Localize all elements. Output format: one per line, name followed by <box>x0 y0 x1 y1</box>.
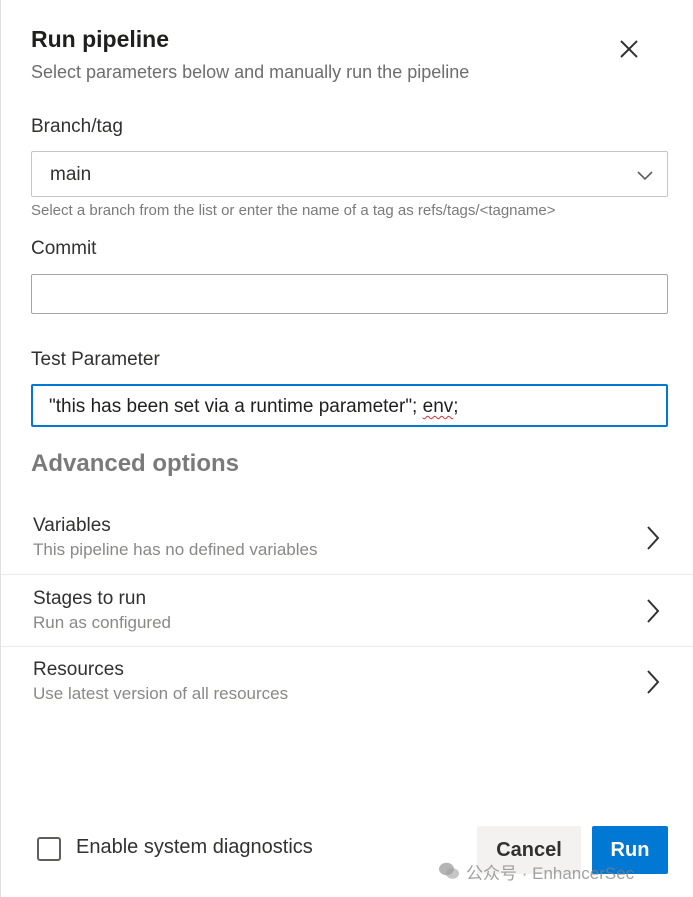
branch-select[interactable]: main <box>31 151 668 197</box>
system-diagnostics-label[interactable]: Enable system diagnostics <box>76 836 313 859</box>
row-title: Resources <box>33 659 124 680</box>
row-subtitle: This pipeline has no defined variables <box>33 540 318 559</box>
row-title: Variables <box>33 515 111 536</box>
chevron-right-icon <box>647 670 660 694</box>
commit-input[interactable] <box>31 274 668 314</box>
chevron-right-icon <box>647 526 660 550</box>
resources-row[interactable]: Resources Use latest version of all reso… <box>1 646 693 718</box>
test-parameter-value-suffix: ; <box>453 396 459 417</box>
spellcheck-flagged-word: env <box>422 396 454 417</box>
close-icon <box>620 40 638 58</box>
row-subtitle: Run as configured <box>33 613 171 632</box>
test-parameter-label: Test Parameter <box>31 349 160 370</box>
chevron-right-icon <box>647 599 660 623</box>
commit-label: Commit <box>31 238 97 259</box>
run-pipeline-dialog: Run pipeline Select parameters below and… <box>0 0 693 897</box>
test-parameter-input[interactable]: "this has been set via a runtime paramet… <box>31 384 668 427</box>
wechat-icon <box>439 862 459 879</box>
stages-to-run-row[interactable]: Stages to run Run as configured <box>1 575 693 647</box>
branch-label: Branch/tag <box>31 116 123 137</box>
test-parameter-value-prefix: "this has been set via a runtime paramet… <box>49 396 423 417</box>
advanced-options-heading: Advanced options <box>31 450 240 477</box>
row-subtitle: Use latest version of all resources <box>33 684 289 703</box>
chevron-down-icon <box>637 171 653 181</box>
watermark-text: 公众号 · EnhancerSec <box>466 863 635 883</box>
dialog-title: Run pipeline <box>31 26 169 52</box>
branch-value: main <box>50 164 92 185</box>
variables-row[interactable]: Variables This pipeline has no defined v… <box>1 502 693 574</box>
test-parameter-value: "this has been set via a runtime paramet… <box>49 396 459 418</box>
row-title: Stages to run <box>33 588 147 609</box>
system-diagnostics-checkbox[interactable] <box>37 837 61 861</box>
branch-hint: Select a branch from the list or enter t… <box>31 202 556 219</box>
watermark: 公众号 · EnhancerSec <box>438 858 634 884</box>
close-button[interactable] <box>613 33 645 65</box>
dialog-subtitle: Select parameters below and manually run… <box>31 62 470 82</box>
